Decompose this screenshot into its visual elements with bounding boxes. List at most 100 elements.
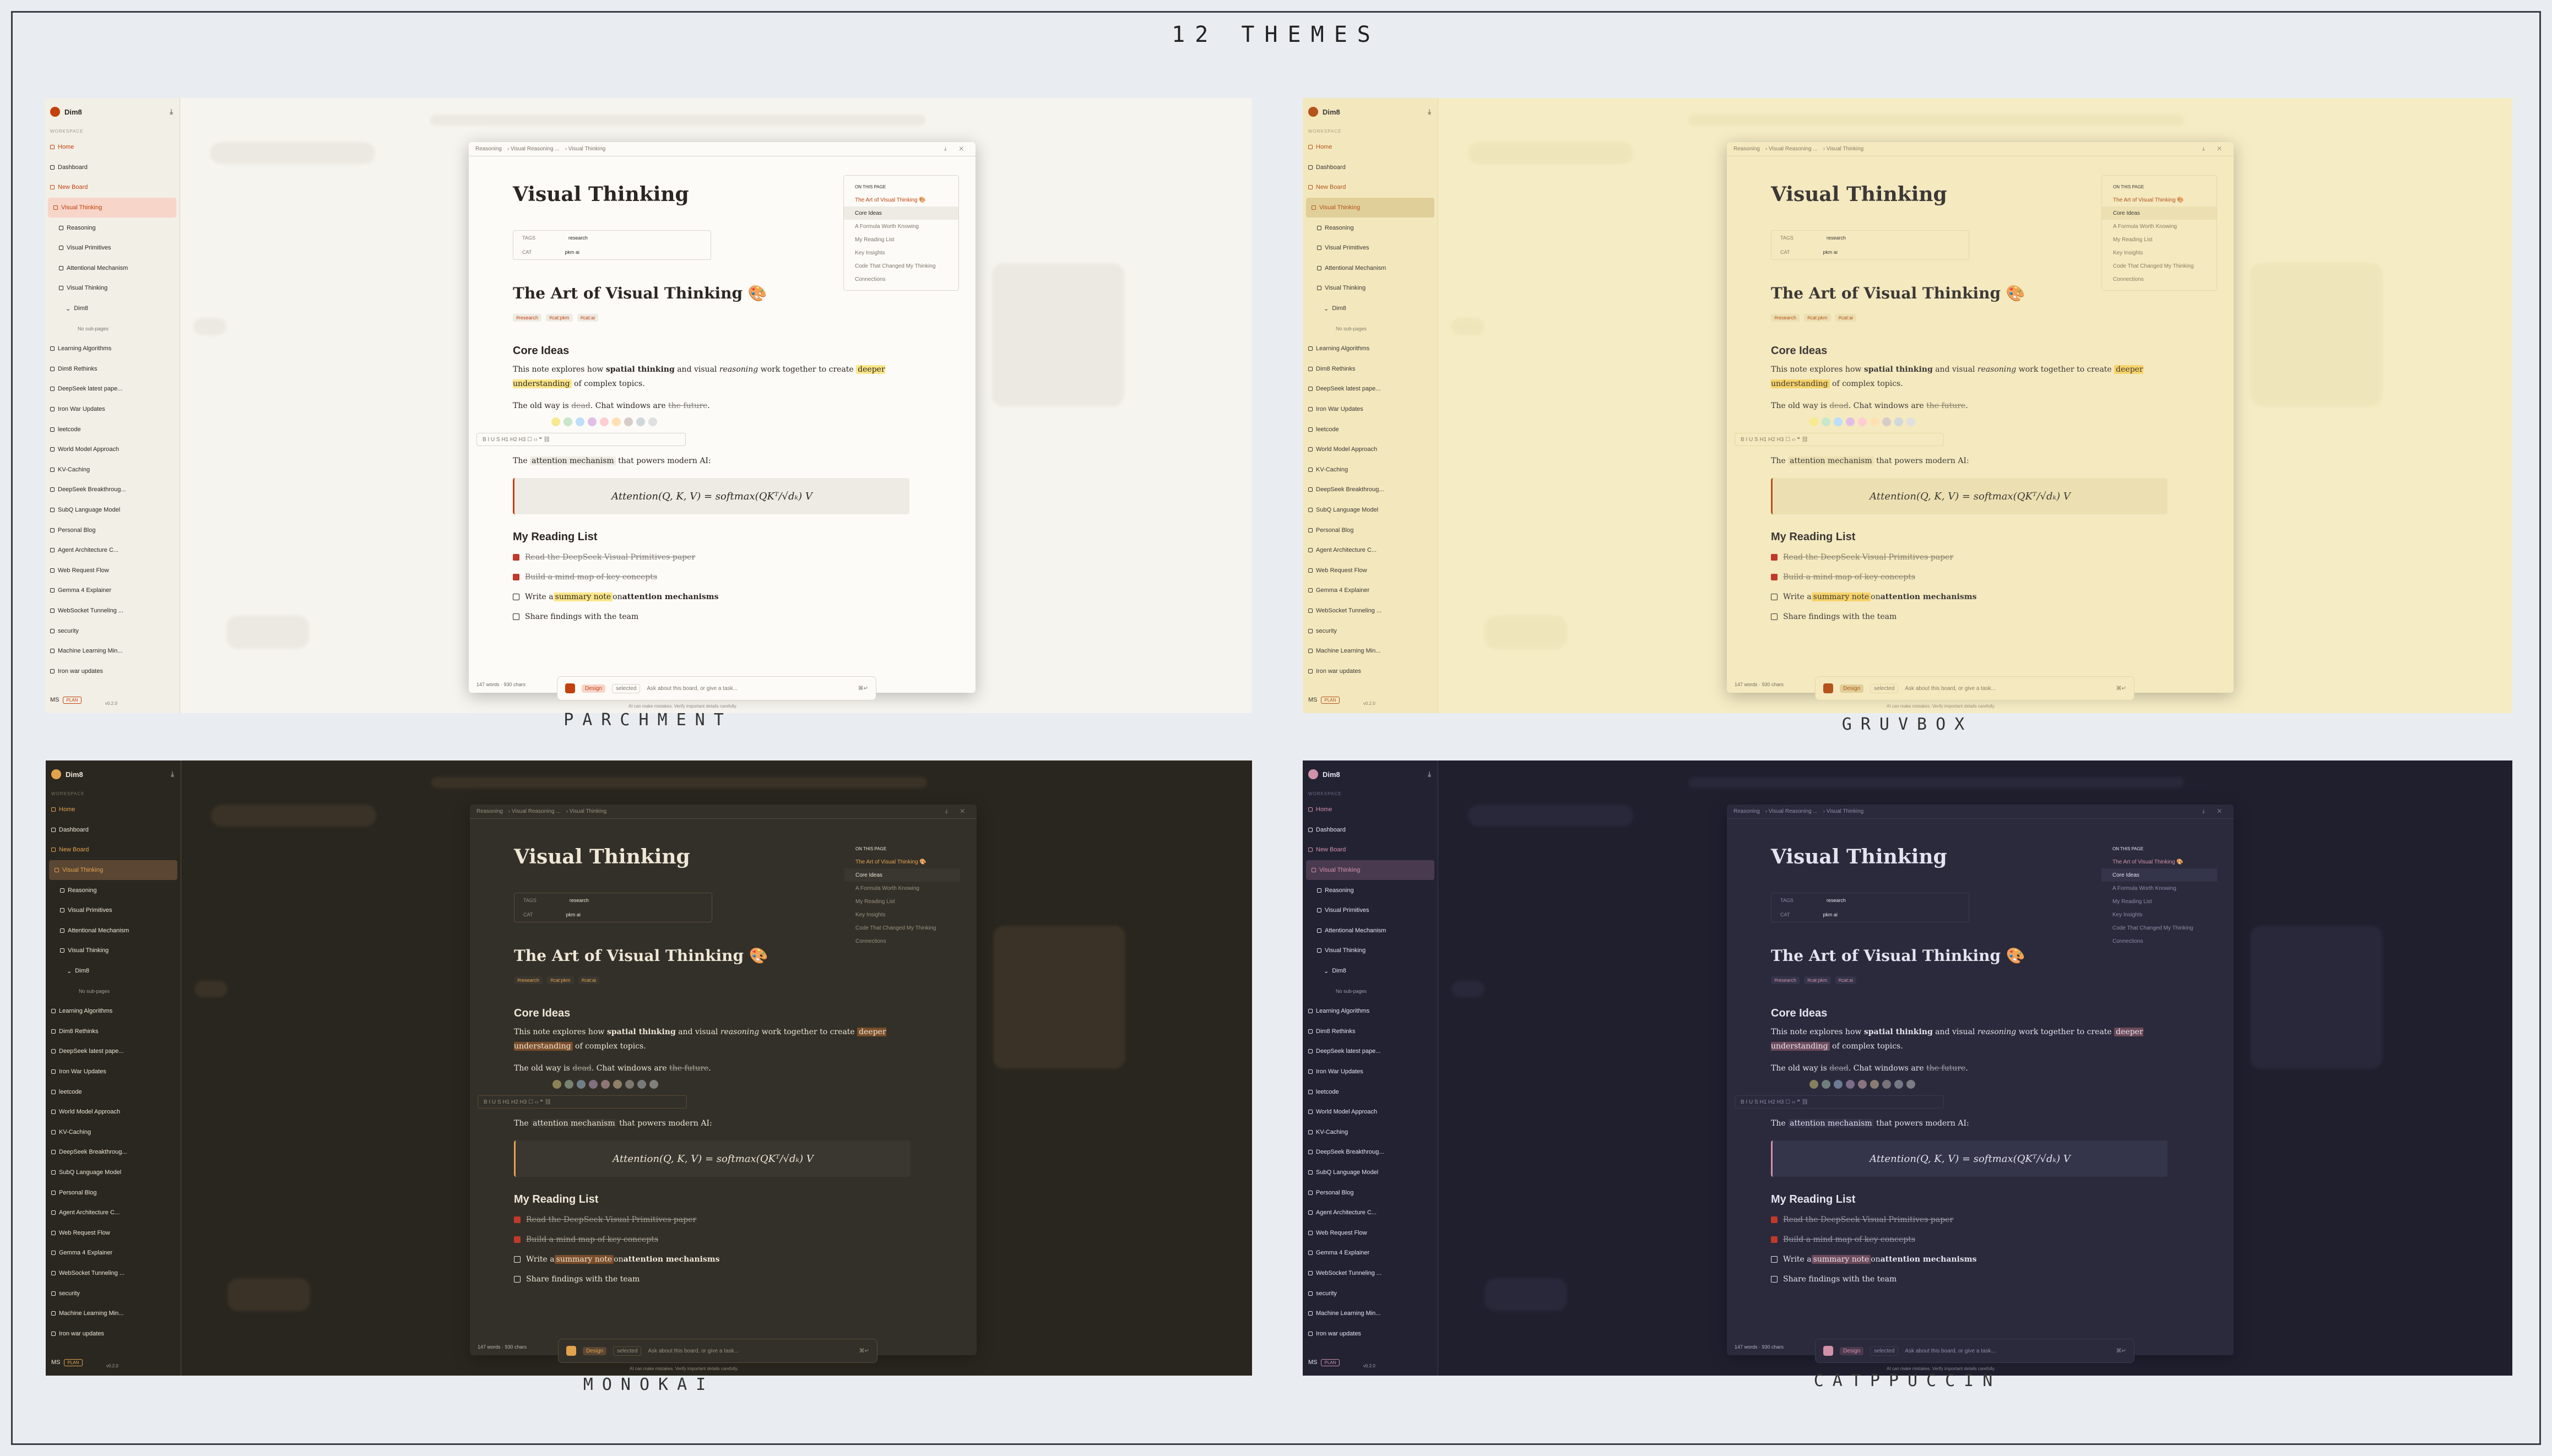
sidebar-item[interactable]: Dim8 Rethinks bbox=[1303, 359, 1438, 379]
color-swatch[interactable] bbox=[564, 417, 572, 426]
sidebar-item[interactable]: Agent Architecture C... bbox=[45, 540, 180, 561]
todo-item[interactable]: Read the DeepSeek Visual Primitives pape… bbox=[513, 553, 695, 562]
checkbox[interactable] bbox=[1771, 1216, 1778, 1223]
sidebar-item[interactable]: WebSocket Tunneling ... bbox=[45, 601, 180, 621]
sidebar-item[interactable]: Dashboard bbox=[45, 157, 180, 178]
toc-item[interactable]: Core Ideas bbox=[844, 207, 958, 220]
sidebar-item[interactable]: New Board bbox=[1303, 177, 1438, 198]
sidebar-item[interactable]: SubQ Language Model bbox=[46, 1162, 181, 1183]
sidebar-item[interactable]: Iron War Updates bbox=[1303, 399, 1438, 420]
sidebar-item[interactable]: DeepSeek Breakthroug... bbox=[45, 480, 180, 500]
sidebar-item[interactable]: KV-Caching bbox=[45, 460, 180, 480]
color-swatch[interactable] bbox=[1882, 1080, 1891, 1089]
toc-item[interactable]: Code That Changed My Thinking bbox=[2102, 259, 2217, 273]
sidebar-item[interactable]: World Model Approach bbox=[1303, 1102, 1438, 1122]
todo-item[interactable]: Build a mind map of key concepts bbox=[514, 1235, 658, 1244]
send-shortcut[interactable]: ⌘↵ bbox=[2116, 1348, 2126, 1354]
color-swatch[interactable] bbox=[576, 417, 584, 426]
toc-item[interactable]: The Art of Visual Thinking 🎨 bbox=[2101, 855, 2217, 868]
window-controls[interactable]: ⤓ ✕ bbox=[945, 808, 970, 814]
property-row[interactable]: TAGS research bbox=[1771, 893, 1969, 908]
color-swatch[interactable] bbox=[565, 1080, 573, 1089]
property-row[interactable]: CAT pkm ai bbox=[1771, 245, 1969, 259]
breadcrumb-item[interactable]: Reasoning bbox=[476, 808, 503, 814]
checkbox[interactable] bbox=[1771, 594, 1778, 600]
sidebar-item[interactable]: SubQ Language Model bbox=[1303, 1162, 1438, 1183]
sidebar-item[interactable]: Machine Learning Min... bbox=[45, 641, 180, 661]
window-controls[interactable]: ⤓ ✕ bbox=[2202, 146, 2227, 152]
sidebar-item[interactable]: DeepSeek latest pape... bbox=[45, 379, 180, 399]
todo-item[interactable]: Build a mind map of key concepts bbox=[1771, 1235, 1915, 1244]
context-pill[interactable]: Design bbox=[1840, 1346, 1864, 1355]
sidebar-subitem[interactable]: Visual Primitives bbox=[46, 900, 181, 921]
sidebar-item[interactable]: WebSocket Tunneling ... bbox=[1303, 1263, 1438, 1284]
sidebar-item[interactable]: Agent Architecture C... bbox=[46, 1203, 181, 1223]
color-swatch[interactable] bbox=[551, 417, 560, 426]
tag-chip[interactable]: #cat:ai bbox=[1835, 314, 1857, 322]
tag-chip[interactable]: #cat:pkm bbox=[547, 976, 574, 984]
tag-chip[interactable]: #research bbox=[1771, 976, 1800, 984]
todo-item[interactable]: Share findings with the team bbox=[1771, 1275, 1897, 1284]
toc-item[interactable]: Core Ideas bbox=[844, 868, 960, 882]
sidebar-subitem[interactable]: Visual Primitives bbox=[1303, 238, 1438, 258]
download-icon[interactable]: ⤓ bbox=[1428, 107, 1431, 116]
sidebar-subitem[interactable]: Attentional Mechanism bbox=[1303, 258, 1438, 279]
sidebar-header[interactable]: Dim8 ⤓ bbox=[46, 760, 181, 788]
sidebar-item[interactable]: Home bbox=[1303, 137, 1438, 157]
sidebar-subitem[interactable]: Attentional Mechanism bbox=[46, 921, 181, 941]
sidebar-subitem[interactable]: ⌄ Dim8 bbox=[1303, 298, 1438, 319]
sidebar-item[interactable]: leetcode bbox=[1303, 1082, 1438, 1102]
send-shortcut[interactable]: ⌘↵ bbox=[858, 686, 868, 692]
sidebar-item[interactable]: Visual Thinking bbox=[1306, 860, 1434, 881]
sidebar-item[interactable]: Iron war updates bbox=[1303, 661, 1438, 681]
sidebar-item[interactable]: World Model Approach bbox=[1303, 439, 1438, 460]
sidebar-item[interactable]: DeepSeek latest pape... bbox=[1303, 379, 1438, 399]
breadcrumb-item[interactable]: Reasoning bbox=[1733, 146, 1760, 152]
todo-item[interactable]: Write a summary note on attention mechan… bbox=[514, 1255, 719, 1264]
property-row[interactable]: TAGS research bbox=[513, 231, 711, 245]
sidebar-subitem[interactable]: Attentional Mechanism bbox=[45, 258, 180, 279]
sidebar-subitem[interactable]: Reasoning bbox=[46, 880, 181, 900]
tag-chip[interactable]: #research bbox=[514, 976, 543, 984]
sidebar-subitem[interactable]: Reasoning bbox=[45, 218, 180, 238]
toc-item[interactable]: A Formula Worth Knowing bbox=[2101, 882, 2217, 895]
sidebar-item[interactable]: security bbox=[45, 621, 180, 641]
color-swatch[interactable] bbox=[577, 1080, 586, 1089]
sidebar-item[interactable]: Visual Thinking bbox=[49, 860, 177, 881]
color-swatch[interactable] bbox=[1834, 1080, 1843, 1089]
sidebar-item[interactable]: Machine Learning Min... bbox=[1303, 641, 1438, 661]
property-row[interactable]: CAT pkm ai bbox=[513, 245, 711, 259]
color-swatch[interactable] bbox=[649, 1080, 658, 1089]
color-swatch[interactable] bbox=[1870, 1080, 1879, 1089]
toc-item[interactable]: Key Insights bbox=[844, 246, 958, 259]
todo-item[interactable]: Read the DeepSeek Visual Primitives pape… bbox=[1771, 553, 1953, 562]
sidebar-item[interactable]: KV-Caching bbox=[46, 1122, 181, 1143]
sidebar-item[interactable]: Web Request Flow bbox=[1303, 560, 1438, 580]
sidebar-subitem[interactable]: Visual Thinking bbox=[1303, 278, 1438, 298]
tag-chip[interactable]: #cat:ai bbox=[578, 976, 600, 984]
todo-item[interactable]: Write a summary note on attention mechan… bbox=[1771, 1255, 1976, 1264]
color-swatch[interactable] bbox=[636, 417, 645, 426]
color-swatch[interactable] bbox=[613, 1080, 622, 1089]
sidebar-item[interactable]: DeepSeek Breakthroug... bbox=[1303, 480, 1438, 500]
sidebar-header[interactable]: Dim8 ⤓ bbox=[1303, 760, 1438, 788]
toc-item[interactable]: A Formula Worth Knowing bbox=[844, 220, 958, 233]
sidebar-item[interactable]: Iron war updates bbox=[46, 1323, 181, 1344]
sidebar-subitem[interactable]: Visual Thinking bbox=[1303, 941, 1438, 961]
color-swatch[interactable] bbox=[1906, 1080, 1915, 1089]
todo-item[interactable]: Build a mind map of key concepts bbox=[1771, 573, 1915, 582]
sidebar-item[interactable]: DeepSeek latest pape... bbox=[1303, 1041, 1438, 1062]
sidebar-item[interactable]: Dashboard bbox=[1303, 820, 1438, 840]
sidebar-subitem[interactable]: Reasoning bbox=[1303, 880, 1438, 900]
sidebar-item[interactable]: Agent Architecture C... bbox=[1303, 1203, 1438, 1223]
toc-item[interactable]: Core Ideas bbox=[2101, 868, 2217, 882]
sidebar-item[interactable]: New Board bbox=[45, 177, 180, 198]
sidebar-item[interactable]: DeepSeek Breakthroug... bbox=[46, 1142, 181, 1162]
sidebar-item[interactable]: Machine Learning Min... bbox=[1303, 1303, 1438, 1324]
color-swatch[interactable] bbox=[1834, 417, 1843, 426]
property-row[interactable]: CAT pkm ai bbox=[514, 908, 712, 922]
sidebar-item[interactable]: security bbox=[1303, 1283, 1438, 1303]
checkbox[interactable] bbox=[1771, 1256, 1778, 1263]
todo-item[interactable]: Share findings with the team bbox=[513, 612, 638, 621]
sidebar-item[interactable]: Dim8 Rethinks bbox=[45, 359, 180, 379]
